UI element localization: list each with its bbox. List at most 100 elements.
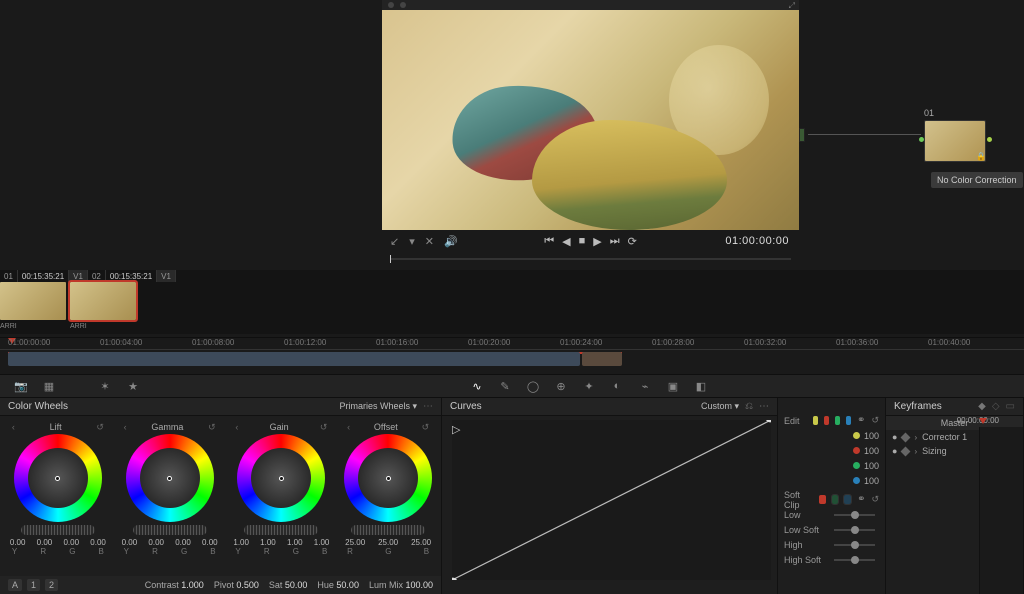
kf-mode-icon[interactable]: ◇: [992, 401, 1000, 412]
wheel-value[interactable]: 1.00: [314, 538, 330, 547]
timeline-clip[interactable]: [582, 352, 622, 366]
wheel-value[interactable]: 1.00: [233, 538, 249, 547]
curves-editor[interactable]: ▷: [452, 420, 771, 580]
page-1[interactable]: 1: [27, 579, 40, 591]
reset-icon[interactable]: ↺: [871, 415, 879, 426]
timeline-track[interactable]: [0, 352, 1024, 370]
viewer-scrubber[interactable]: [390, 258, 791, 260]
chevron-right-icon[interactable]: ›: [914, 447, 917, 456]
color-wheel[interactable]: [126, 434, 214, 522]
reset-icon[interactable]: ↺: [871, 494, 879, 505]
qualifier-icon[interactable]: ✎: [498, 379, 512, 393]
shuffle-icon[interactable]: ✕: [425, 235, 434, 248]
link-icon[interactable]: ⚭: [857, 415, 865, 426]
jog-wheel[interactable]: [244, 525, 318, 535]
wheel-value[interactable]: 25.00: [378, 538, 398, 547]
param-pivot[interactable]: Pivot 0.500: [214, 580, 259, 590]
reset-icon[interactable]: ↺: [422, 422, 430, 433]
color-wheel[interactable]: [237, 434, 325, 522]
channel-g[interactable]: [832, 495, 839, 504]
sizing-icon[interactable]: ▣: [666, 379, 680, 393]
wheel-value[interactable]: 1.00: [260, 538, 276, 547]
wheel-value[interactable]: 0.00: [10, 538, 26, 547]
chevron-left-icon[interactable]: ‹: [124, 422, 127, 432]
diamond-icon[interactable]: [901, 432, 911, 442]
curves-mode-dropdown[interactable]: Custom ▾: [701, 401, 739, 412]
color-wheels-icon[interactable]: [70, 379, 84, 393]
param-hue[interactable]: Hue 50.00: [317, 580, 359, 590]
wheel-value[interactable]: 0.00: [37, 538, 53, 547]
channel-b[interactable]: [846, 416, 851, 425]
key-icon[interactable]: ⌁: [638, 379, 652, 393]
chevron-right-icon[interactable]: ›: [914, 433, 917, 442]
wheels-mode-dropdown[interactable]: Primaries Wheels ▾: [339, 401, 417, 412]
viewer-image[interactable]: [382, 10, 799, 239]
intensity-value[interactable]: 100: [864, 431, 879, 441]
channel-b[interactable]: [844, 495, 851, 504]
wheel-value[interactable]: 25.00: [345, 538, 365, 547]
window-icon[interactable]: ◯: [526, 379, 540, 393]
diamond-icon[interactable]: [901, 446, 911, 456]
reset-icon[interactable]: ↺: [208, 422, 216, 433]
color-wheel[interactable]: [14, 434, 102, 522]
magic-icon[interactable]: ✦: [582, 379, 596, 393]
param-sat[interactable]: Sat 50.00: [269, 580, 308, 590]
wheel-value[interactable]: 0.00: [63, 538, 79, 547]
clip-thumbnail[interactable]: ARRI: [70, 282, 136, 320]
kf-enable-icon[interactable]: ●: [892, 432, 897, 442]
kf-enable-icon[interactable]: ●: [892, 446, 897, 456]
wheel-value[interactable]: 25.00: [411, 538, 431, 547]
param-lum-mix[interactable]: Lum Mix 100.00: [369, 580, 433, 590]
motion-effects-icon[interactable]: ★: [126, 379, 140, 393]
chevron-left-icon[interactable]: ‹: [235, 422, 238, 432]
page-2[interactable]: 2: [45, 579, 58, 591]
softclip-slider[interactable]: [834, 559, 875, 561]
color-match-icon[interactable]: ▦: [42, 379, 56, 393]
color-wheel[interactable]: [344, 434, 432, 522]
kf-mode-icon[interactable]: ◆: [978, 401, 986, 412]
softclip-slider[interactable]: [834, 529, 875, 531]
prev-frame-icon[interactable]: ◀: [562, 235, 570, 248]
jog-wheel[interactable]: [133, 525, 207, 535]
reset-icon[interactable]: ↺: [320, 422, 328, 433]
channel-r[interactable]: [819, 495, 826, 504]
play-icon[interactable]: ▶: [593, 235, 601, 248]
page-a[interactable]: A: [8, 579, 22, 591]
wheel-value[interactable]: 0.00: [148, 538, 164, 547]
stereo-icon[interactable]: ◧: [694, 379, 708, 393]
panel-menu-icon[interactable]: ⋯: [759, 401, 769, 412]
intensity-value[interactable]: 100: [864, 461, 879, 471]
loop-icon[interactable]: ⟳: [628, 235, 637, 248]
keyframe-track[interactable]: [979, 427, 1023, 594]
clip-thumbnail[interactable]: ARRI: [0, 282, 66, 320]
curves-icon[interactable]: ∿: [470, 379, 484, 393]
channel-y[interactable]: [813, 416, 818, 425]
first-frame-icon[interactable]: ⏮: [544, 235, 554, 248]
camera-raw-icon[interactable]: 📷: [14, 379, 28, 393]
softclip-slider[interactable]: [834, 544, 875, 546]
rgb-mixer-icon[interactable]: ✶: [98, 379, 112, 393]
tracker-icon[interactable]: ⊕: [554, 379, 568, 393]
softclip-slider[interactable]: [834, 514, 875, 516]
timeline-ruler[interactable]: 01:00:00:00 01:00:04:00 01:00:08:00 01:0…: [0, 338, 1024, 350]
chevron-left-icon[interactable]: ‹: [12, 422, 15, 432]
picker-icon[interactable]: ↙: [390, 235, 399, 248]
node-out-dot[interactable]: [987, 137, 992, 142]
intensity-value[interactable]: 100: [864, 446, 879, 456]
jog-wheel[interactable]: [21, 525, 95, 535]
link-icon[interactable]: ⚭: [857, 494, 865, 505]
fit-icon[interactable]: ▾: [409, 235, 415, 248]
node-graph[interactable]: 01 🔒 No Color Correction: [799, 0, 1024, 262]
blur-icon[interactable]: ◐: [610, 379, 624, 393]
wheel-value[interactable]: 0.00: [90, 538, 106, 547]
stop-icon[interactable]: ■: [579, 235, 586, 247]
chevron-left-icon[interactable]: ‹: [347, 422, 350, 432]
wheel-value[interactable]: 0.00: [122, 538, 138, 547]
channel-r[interactable]: [824, 416, 829, 425]
spline-icon[interactable]: ⎌: [745, 401, 753, 412]
node-in-dot[interactable]: [919, 137, 924, 142]
reset-icon[interactable]: ↺: [96, 422, 104, 433]
jog-wheel[interactable]: [351, 525, 425, 535]
node-input[interactable]: [799, 128, 805, 142]
wheel-value[interactable]: 1.00: [287, 538, 303, 547]
